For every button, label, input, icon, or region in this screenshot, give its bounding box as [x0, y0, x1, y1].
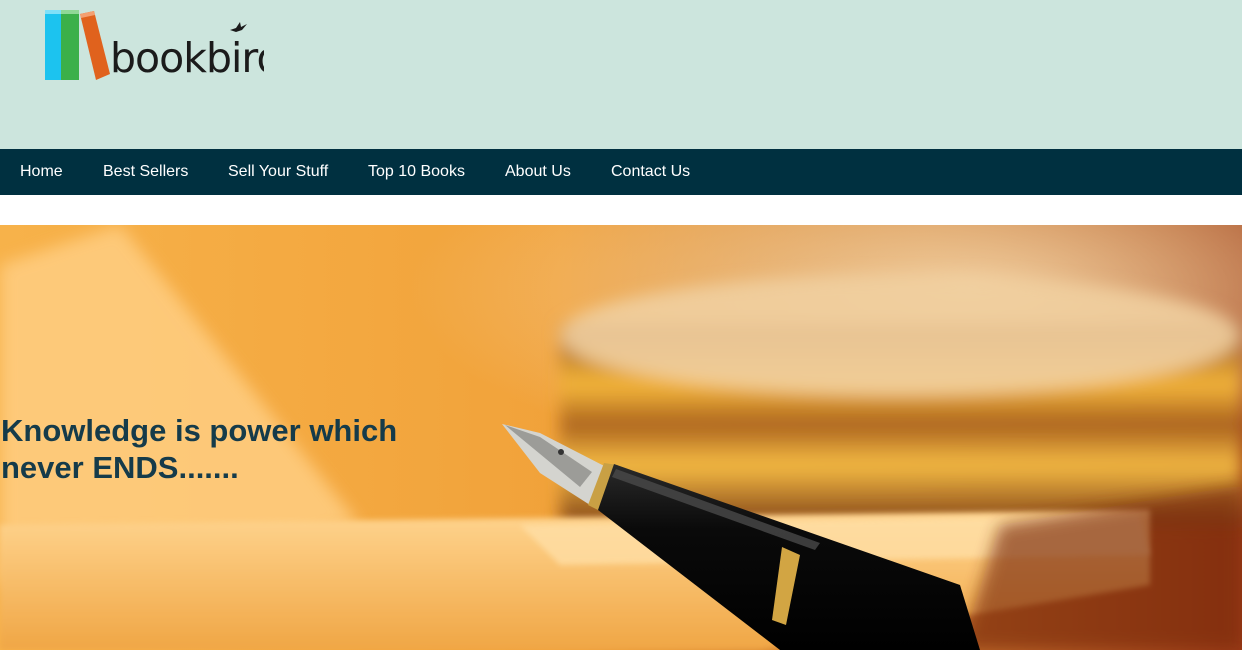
main-nav: Home Best Sellers Sell Your Stuff Top 10… [0, 149, 1242, 195]
site-logo[interactable]: bookbird [44, 8, 283, 84]
hero-tagline: Knowledge is power which never ENDS.....… [1, 413, 398, 485]
nav-about-us[interactable]: About Us [505, 149, 571, 195]
nav-sell-your-stuff[interactable]: Sell Your Stuff [228, 149, 328, 195]
hero-banner: Knowledge is power which never ENDS.....… [0, 225, 1242, 650]
site-header: bookbird [0, 0, 1242, 149]
nav-top-10-books[interactable]: Top 10 Books [368, 149, 465, 195]
nav-best-sellers[interactable]: Best Sellers [103, 149, 188, 195]
svg-text:bookbird: bookbird [110, 34, 264, 82]
nav-home[interactable]: Home [20, 149, 63, 195]
nav-contact-us[interactable]: Contact Us [611, 149, 690, 195]
bookbird-logo-icon: bookbird [45, 10, 283, 82]
